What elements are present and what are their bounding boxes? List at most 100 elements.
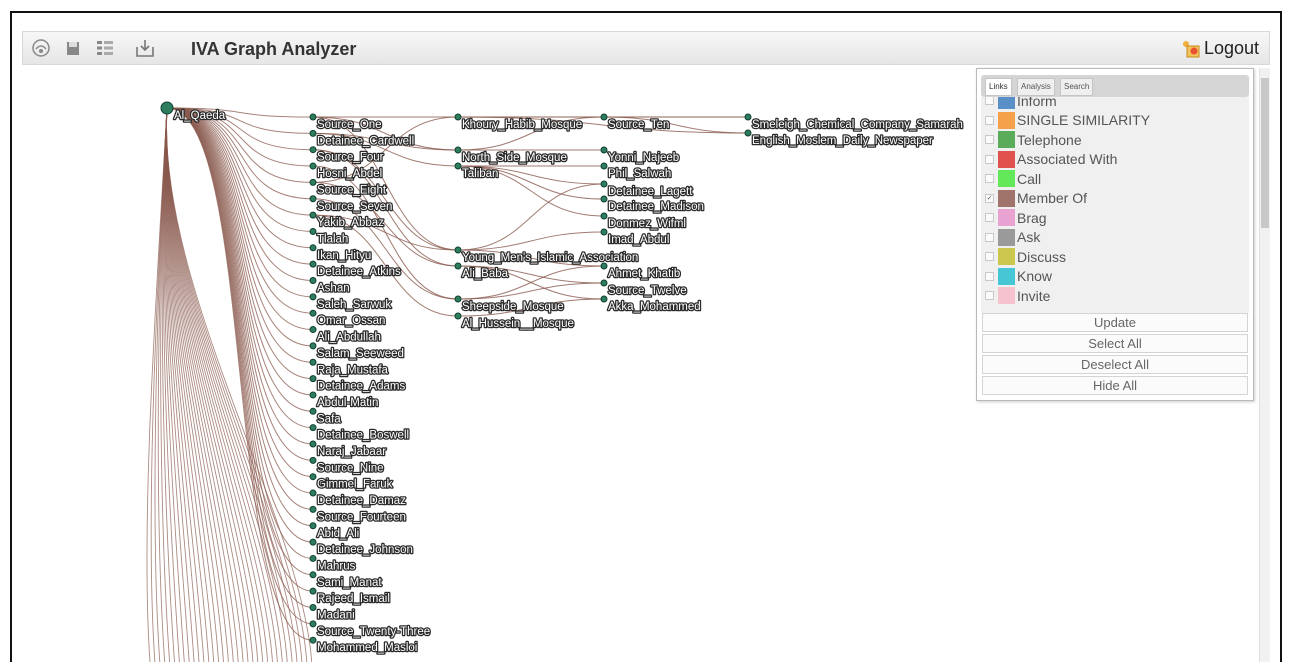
link-type-row[interactable]: Associated With	[985, 150, 1117, 169]
graph-node-label[interactable]: Salam_Seeweed	[316, 347, 406, 362]
graph-node-label[interactable]: Source_Eight	[316, 183, 388, 198]
graph-node-label[interactable]: Source_Ten	[607, 118, 671, 133]
graph-node-label[interactable]: Sami_Manat	[316, 575, 384, 590]
graph-node[interactable]	[600, 279, 608, 287]
graph-node-label[interactable]: Source_One	[316, 118, 383, 133]
link-types-list[interactable]: Inform SINGLE SIMILARITY Telephone Associat…	[981, 97, 1249, 313]
graph-node-label[interactable]: Ali_Baba	[461, 267, 510, 282]
graph-node[interactable]	[309, 456, 317, 464]
graph-node-label[interactable]: Detainee_Madison	[607, 200, 706, 215]
graph-node[interactable]	[744, 129, 752, 137]
link-type-row[interactable]: Brag	[985, 208, 1047, 227]
link-type-checkbox[interactable]: ✓	[985, 193, 994, 203]
graph-node[interactable]	[309, 505, 317, 513]
link-type-row[interactable]: Call	[985, 169, 1041, 188]
graph-node-label[interactable]: Khoury_Habib_Mosque	[461, 118, 584, 133]
graph-node-label[interactable]: Smeleigh_Chemical_Company_Samarah	[751, 118, 965, 133]
graph-node-label[interactable]: Ahmet_Khatib	[607, 267, 682, 282]
graph-node[interactable]	[309, 620, 317, 628]
graph-node[interactable]	[309, 178, 317, 186]
link-type-row[interactable]: Telephone	[985, 130, 1082, 149]
link-type-checkbox[interactable]	[985, 97, 994, 105]
graph-node-label[interactable]: Hosni_Abdel	[316, 167, 384, 182]
graph-node[interactable]	[309, 571, 317, 579]
graph-node[interactable]	[309, 407, 317, 415]
graph-node-label[interactable]: Rajeed_Ismail	[316, 592, 391, 607]
graph-node[interactable]	[309, 375, 317, 383]
graph-node[interactable]	[309, 489, 317, 497]
graph-node-label[interactable]: Detainee_Lagett	[607, 185, 695, 200]
graph-node-label[interactable]: Al_Hussein__Mosque	[461, 317, 575, 332]
graph-node-label[interactable]: English_Moslem_Daily_Newspaper	[751, 134, 935, 149]
list-icon[interactable]	[93, 35, 117, 61]
graph-node-label[interactable]: Sheepside_Mosque	[461, 300, 565, 315]
graph-node-label[interactable]: Detainee_Adams	[316, 379, 407, 394]
graph-node[interactable]	[309, 554, 317, 562]
graph-node-label[interactable]: Safa	[316, 412, 343, 427]
graph-node[interactable]	[454, 146, 462, 154]
graph-node-label[interactable]: Ikan_Hityu	[316, 248, 373, 263]
graph-node[interactable]	[600, 262, 608, 270]
graph-node-label[interactable]: Detainee_Atkins	[316, 265, 403, 280]
link-type-checkbox[interactable]	[985, 115, 994, 125]
graph-node[interactable]	[454, 246, 462, 254]
graph-node[interactable]	[454, 113, 462, 121]
graph-node-label[interactable]: Detainee_Damaz	[316, 494, 408, 509]
graph-node[interactable]	[309, 309, 317, 317]
hide-all-button[interactable]: Hide All	[982, 376, 1248, 395]
graph-node[interactable]	[309, 162, 317, 170]
graph-node[interactable]	[309, 326, 317, 334]
graph-node-label[interactable]: Source_Nine	[316, 461, 385, 476]
graph-node[interactable]	[454, 262, 462, 270]
graph-node[interactable]	[309, 129, 317, 137]
graph-node-label[interactable]: Detainee_Johnson	[316, 543, 415, 558]
graph-node[interactable]	[309, 636, 317, 644]
graph-node[interactable]	[600, 146, 608, 154]
tab-links[interactable]: Links	[985, 78, 1012, 96]
graph-node-label[interactable]: Yonni_Najeeb	[607, 151, 681, 166]
graph-node-label[interactable]: Detainee_Cardwell	[316, 134, 416, 149]
graph-node[interactable]	[309, 195, 317, 203]
link-type-row[interactable]: Discuss	[985, 247, 1066, 266]
graph-node[interactable]	[309, 587, 317, 595]
graph-node-label[interactable]: Omar_Ossan	[316, 314, 387, 329]
graph-node[interactable]	[160, 101, 174, 115]
graph-node-label[interactable]: Taliban	[461, 167, 500, 182]
link-type-checkbox[interactable]	[985, 174, 994, 183]
tab-search[interactable]: Search	[1060, 78, 1094, 96]
link-type-row[interactable]: SINGLE SIMILARITY	[985, 111, 1150, 130]
vertical-scrollbar[interactable]	[1259, 68, 1270, 662]
graph-node[interactable]	[600, 180, 608, 188]
scroll-thumb[interactable]	[1261, 78, 1269, 228]
graph-node-label[interactable]: Saleh_Sarwuk	[316, 298, 393, 313]
graph-node[interactable]	[309, 440, 317, 448]
graph-node-label[interactable]: Source_Four	[316, 150, 385, 165]
graph-node-label[interactable]: Madani	[316, 608, 356, 623]
graph-node-label[interactable]: Source_Fourteen	[316, 510, 407, 525]
graph-node-label[interactable]: Abdul-Matin	[316, 396, 380, 411]
graph-node-label[interactable]: Ashan	[316, 281, 351, 296]
link-type-row[interactable]: Inform	[985, 97, 1057, 110]
graph-node[interactable]	[309, 146, 317, 154]
graph-node[interactable]	[600, 295, 608, 303]
link-type-checkbox[interactable]	[985, 291, 994, 300]
graph-node-label[interactable]: Raja_Mustafa	[316, 363, 390, 378]
graph-node[interactable]	[600, 212, 608, 220]
select-all-button[interactable]: Select All	[982, 334, 1248, 353]
link-type-checkbox[interactable]	[985, 154, 994, 164]
graph-node[interactable]	[309, 260, 317, 268]
link-type-row[interactable]: ✓ Member Of	[985, 189, 1087, 208]
graph-node[interactable]	[454, 312, 462, 320]
export-icon[interactable]	[133, 35, 157, 61]
link-type-checkbox[interactable]	[985, 271, 994, 281]
graph-node[interactable]	[309, 113, 317, 121]
graph-node-label[interactable]: Akka_Mohammed	[607, 300, 702, 315]
graph-node-label[interactable]: Mahrus	[316, 559, 357, 574]
graph-node[interactable]	[309, 473, 317, 481]
link-type-checkbox[interactable]	[985, 213, 994, 222]
graph-node[interactable]	[600, 195, 608, 203]
graph-node[interactable]	[600, 113, 608, 121]
graph-node[interactable]	[309, 391, 317, 399]
graph-node-label[interactable]: Donmez_Wifml	[607, 217, 688, 232]
logout-button[interactable]: Logout	[1180, 38, 1259, 59]
